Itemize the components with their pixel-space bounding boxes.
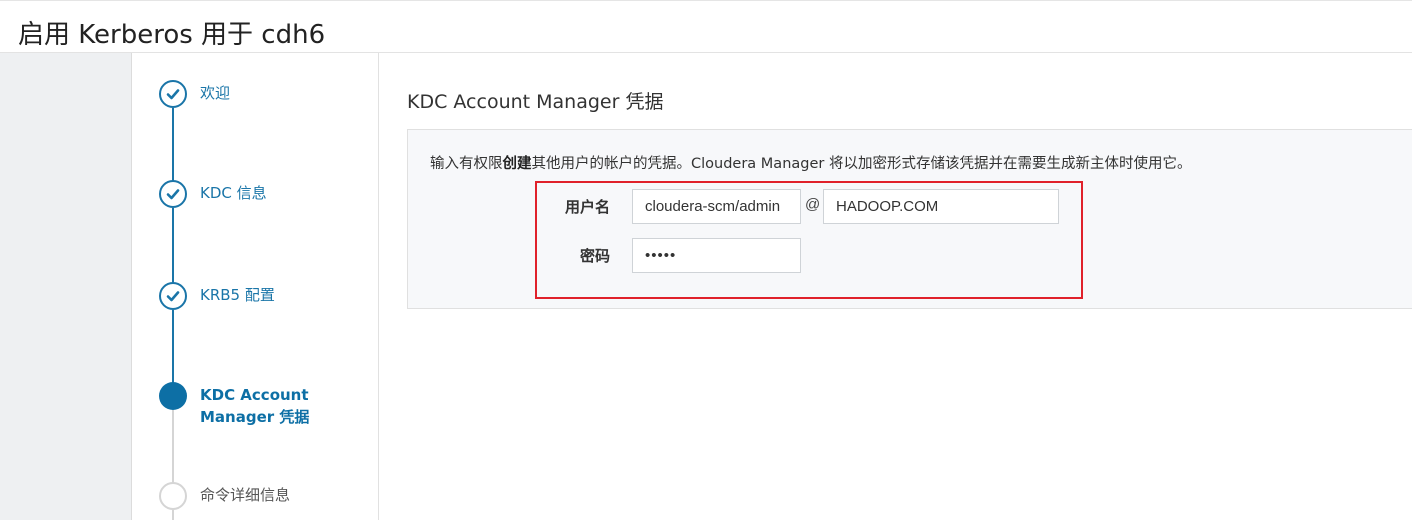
step-krb5-checkmark-icon bbox=[159, 282, 187, 310]
step-current-indicator-icon bbox=[159, 382, 187, 410]
form-description: 输入有权限创建其他用户的帐户的凭据。Cloudera Manager 将以加密形… bbox=[430, 156, 1192, 172]
step-label-line1: KDC Account bbox=[200, 386, 309, 404]
step-connector bbox=[172, 410, 174, 484]
realm-input[interactable] bbox=[823, 189, 1059, 224]
step-command-details: 命令详细信息 bbox=[200, 486, 291, 504]
password-input[interactable] bbox=[632, 238, 801, 273]
page-title: 启用 Kerberos 用于 cdh6 bbox=[18, 20, 326, 50]
step-connector bbox=[172, 510, 174, 520]
step-label-line2: Manager 凭据 bbox=[200, 408, 310, 426]
step-connector bbox=[172, 208, 174, 284]
step-kdc-info[interactable]: KDC 信息 bbox=[200, 182, 267, 204]
step-kdc-info-checkmark-icon bbox=[159, 180, 187, 208]
step-pending-indicator-icon bbox=[159, 482, 187, 510]
password-label: 密码 bbox=[579, 247, 610, 265]
step-kdc-account-manager[interactable]: KDC Account Manager 凭据 bbox=[200, 384, 340, 428]
username-label: 用户名 bbox=[564, 198, 610, 216]
step-connector bbox=[172, 108, 174, 182]
step-krb5-config[interactable]: KRB5 配置 bbox=[200, 284, 275, 306]
step-connector bbox=[172, 310, 174, 384]
step-welcome[interactable]: 欢迎 bbox=[200, 82, 230, 104]
username-input[interactable] bbox=[632, 189, 801, 224]
at-sign: @ bbox=[805, 196, 821, 213]
left-gutter bbox=[0, 53, 132, 520]
section-title: KDC Account Manager 凭据 bbox=[407, 91, 664, 113]
top-border bbox=[0, 0, 1412, 4]
step-welcome-checkmark-icon bbox=[159, 80, 187, 108]
